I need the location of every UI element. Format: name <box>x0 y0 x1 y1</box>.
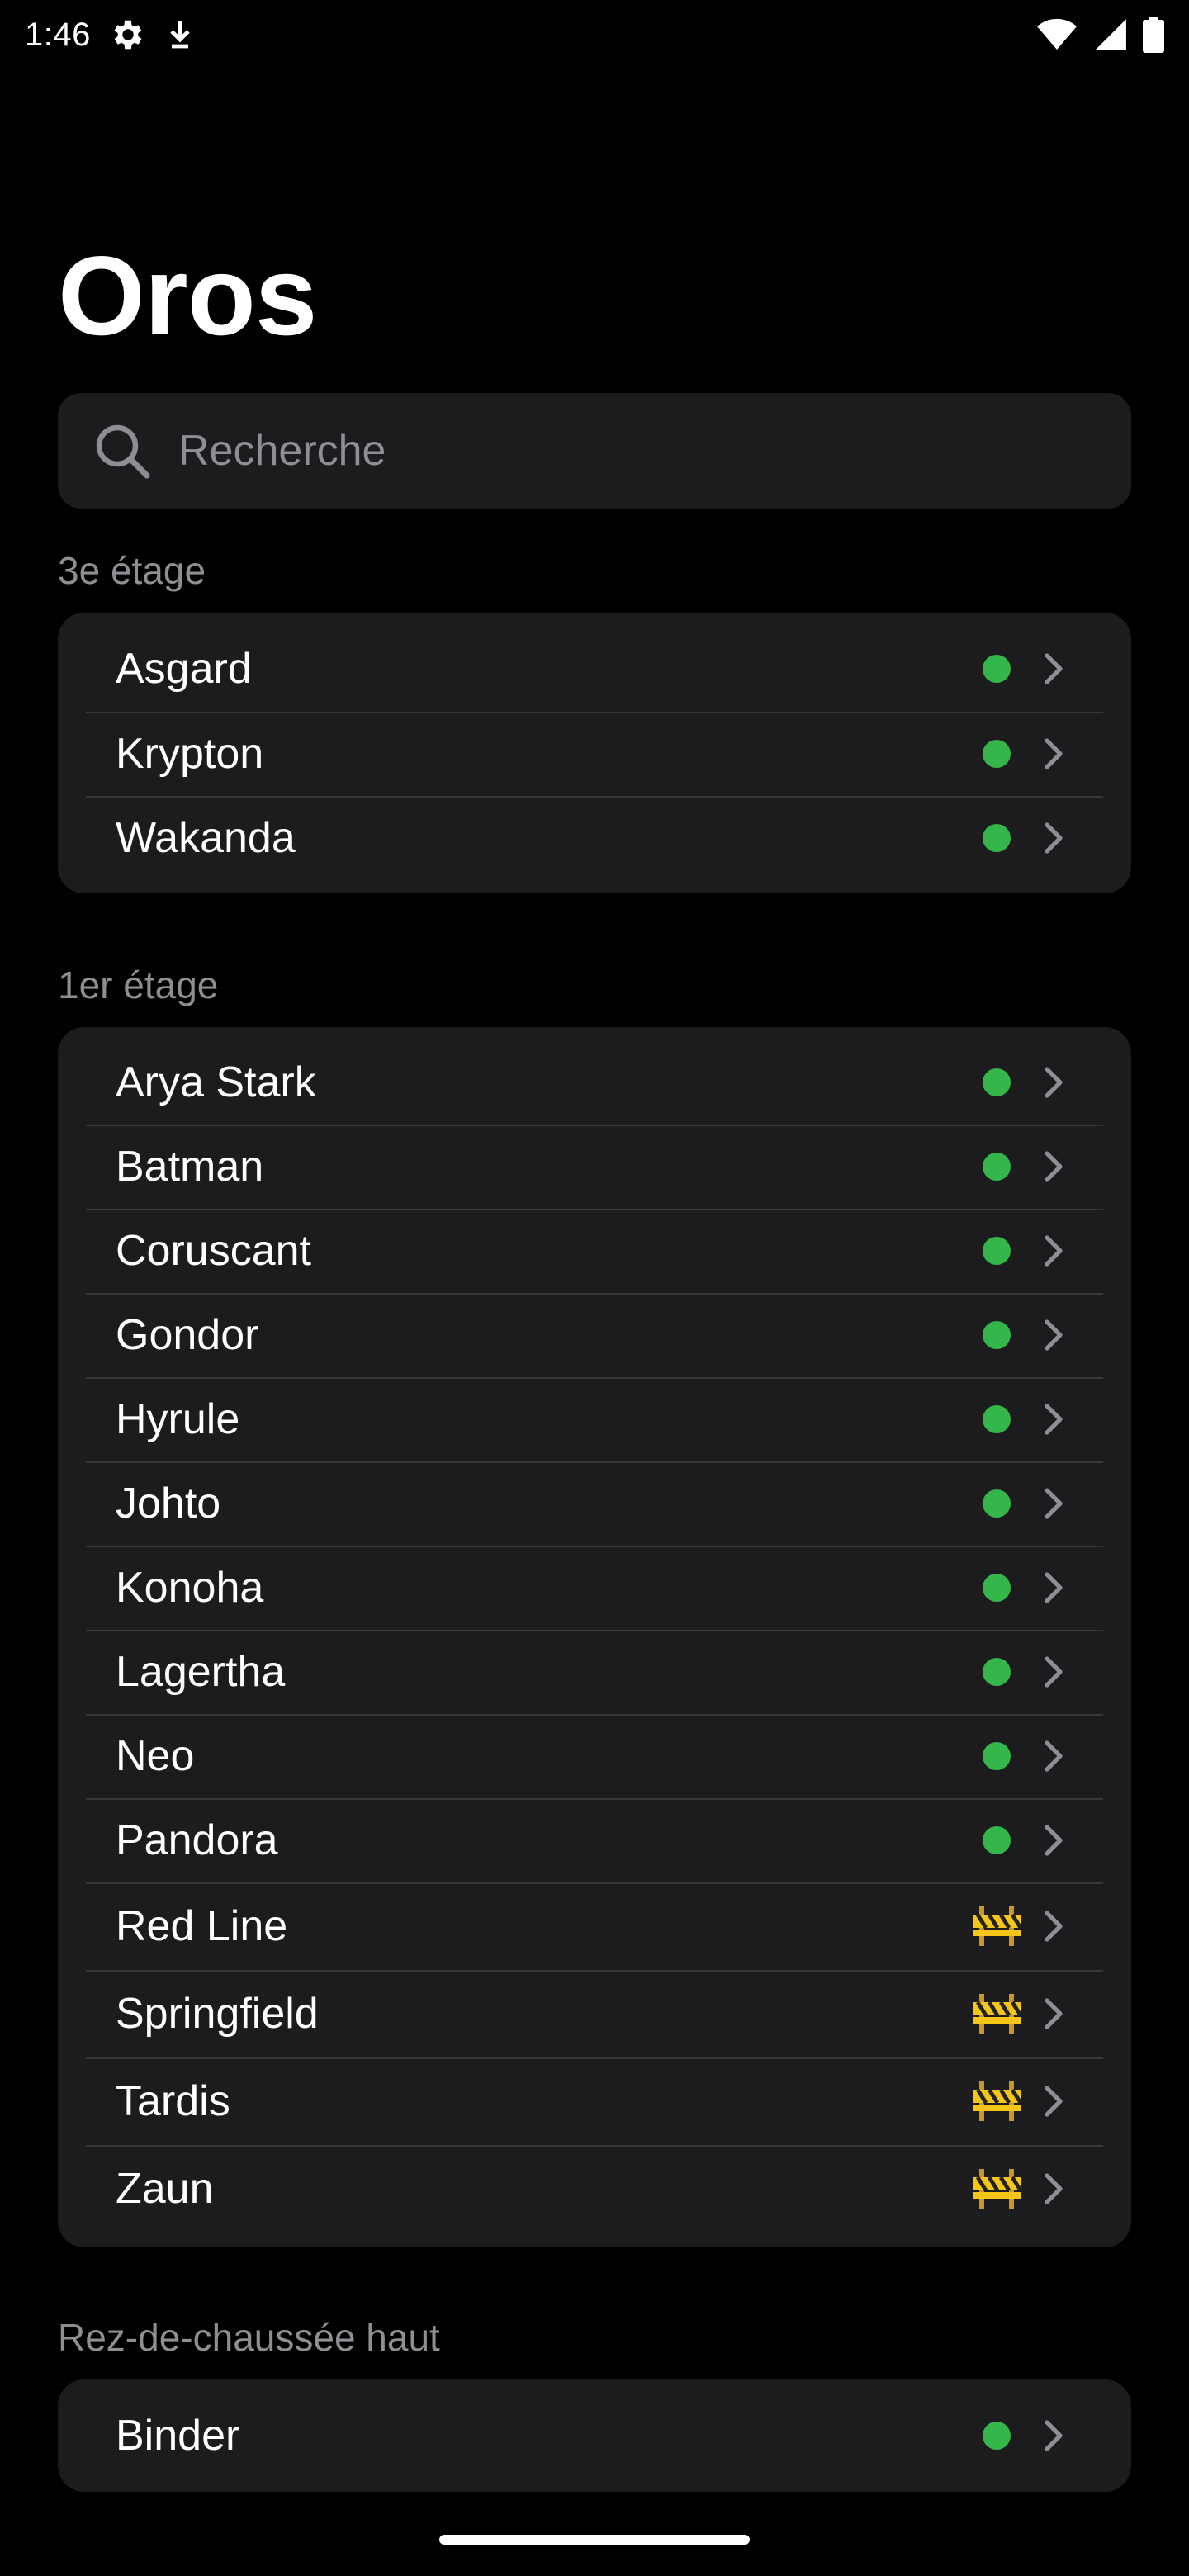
available-status-dot <box>983 2422 1011 2450</box>
page-title: Oros <box>58 233 317 358</box>
screen: 1:46 Oros 3e étage <box>0 0 1189 2576</box>
room-name: Coruscant <box>116 1227 311 1275</box>
chevron-right-icon <box>1044 1150 1065 1183</box>
room-name: Pandora <box>116 1816 278 1864</box>
available-status-dot <box>983 1068 1011 1096</box>
available-status-dot <box>983 824 1011 852</box>
room-name: Tardis <box>116 2077 230 2125</box>
status-bar: 1:46 <box>0 0 1189 69</box>
wifi-icon <box>1035 18 1078 51</box>
room-row-red-line[interactable]: Red Line <box>58 1882 1131 1970</box>
construction-barrier-icon <box>973 2169 1021 2209</box>
chevron-right-icon <box>1044 1319 1065 1352</box>
search-bar[interactable] <box>58 393 1131 509</box>
room-row-gondor[interactable]: Gondor <box>58 1293 1131 1377</box>
room-name: Johto <box>116 1480 221 1527</box>
room-row-binder[interactable]: Binder <box>58 2379 1131 2492</box>
room-group-1er-etage: Arya Stark Batman Coruscant Gondor Hyrul… <box>58 1027 1131 2247</box>
available-status-dot <box>983 1489 1011 1518</box>
room-row-krypton[interactable]: Krypton <box>58 712 1131 796</box>
room-row-arya-stark[interactable]: Arya Stark <box>58 1027 1131 1125</box>
chevron-right-icon <box>1044 737 1065 770</box>
available-status-dot <box>983 1237 1011 1265</box>
chevron-right-icon <box>1044 2085 1065 2118</box>
chevron-right-icon <box>1044 1487 1065 1520</box>
chevron-right-icon <box>1044 652 1065 685</box>
chevron-right-icon <box>1044 1066 1065 1099</box>
construction-barrier-icon <box>973 2081 1021 2121</box>
room-row-pandora[interactable]: Pandora <box>58 1798 1131 1882</box>
room-row-coruscant[interactable]: Coruscant <box>58 1209 1131 1293</box>
available-status-dot <box>983 1574 1011 1602</box>
room-name: Asgard <box>116 645 252 693</box>
room-row-asgard[interactable]: Asgard <box>58 613 1131 712</box>
construction-barrier-icon <box>973 1906 1021 1946</box>
battery-icon <box>1143 17 1164 53</box>
room-row-lagertha[interactable]: Lagertha <box>58 1630 1131 1714</box>
available-status-dot <box>983 1658 1011 1686</box>
room-row-konoha[interactable]: Konoha <box>58 1546 1131 1630</box>
section-header-1er-etage: 1er étage <box>58 964 219 1006</box>
home-indicator[interactable] <box>439 2535 750 2545</box>
chevron-right-icon <box>1044 1571 1065 1604</box>
room-group-rez-de-chaussee-haut: Binder <box>58 2379 1131 2492</box>
room-name: Springfield <box>116 1990 319 2038</box>
room-name: Lagertha <box>116 1648 286 1696</box>
room-name: Wakanda <box>116 814 296 862</box>
status-right <box>1035 17 1164 53</box>
settings-icon <box>109 16 147 54</box>
chevron-right-icon <box>1044 1997 1065 2030</box>
available-status-dot <box>983 740 1011 768</box>
room-row-zaun[interactable]: Zaun <box>58 2145 1131 2242</box>
room-name: Zaun <box>116 2165 214 2213</box>
room-name: Hyrule <box>116 1395 240 1443</box>
room-row-neo[interactable]: Neo <box>58 1714 1131 1798</box>
signal-icon <box>1093 17 1128 52</box>
available-status-dot <box>983 1742 1011 1770</box>
available-status-dot <box>983 1826 1011 1854</box>
download-icon <box>165 18 195 51</box>
room-name: Red Line <box>116 1902 288 1950</box>
chevron-right-icon <box>1044 822 1065 855</box>
status-time: 1:46 <box>25 16 91 53</box>
room-row-hyrule[interactable]: Hyrule <box>58 1377 1131 1461</box>
chevron-right-icon <box>1044 1234 1065 1267</box>
chevron-right-icon <box>1044 1403 1065 1436</box>
search-icon <box>91 419 154 482</box>
chevron-right-icon <box>1044 2419 1065 2452</box>
status-left: 1:46 <box>25 16 195 54</box>
search-input[interactable] <box>178 426 1098 476</box>
construction-barrier-icon <box>973 1994 1021 2034</box>
available-status-dot <box>983 1405 1011 1433</box>
room-name: Neo <box>116 1732 195 1780</box>
available-status-dot <box>983 1321 1011 1349</box>
room-row-springfield[interactable]: Springfield <box>58 1970 1131 2057</box>
room-row-wakanda[interactable]: Wakanda <box>58 796 1131 893</box>
available-status-dot <box>983 655 1011 683</box>
chevron-right-icon <box>1044 2172 1065 2205</box>
chevron-right-icon <box>1044 1655 1065 1688</box>
section-header-3e-etage: 3e étage <box>58 549 206 592</box>
chevron-right-icon <box>1044 1740 1065 1773</box>
room-group-3e-etage: Asgard Krypton Wakanda <box>58 613 1131 893</box>
room-name: Binder <box>116 2412 240 2460</box>
room-name: Batman <box>116 1143 264 1191</box>
room-row-batman[interactable]: Batman <box>58 1125 1131 1209</box>
chevron-right-icon <box>1044 1824 1065 1857</box>
room-name: Konoha <box>116 1564 264 1612</box>
room-row-johto[interactable]: Johto <box>58 1461 1131 1546</box>
room-name: Gondor <box>116 1311 259 1359</box>
available-status-dot <box>983 1153 1011 1181</box>
room-row-tardis[interactable]: Tardis <box>58 2057 1131 2145</box>
room-name: Arya Stark <box>116 1058 316 1106</box>
section-header-rez-de-chaussee-haut: Rez-de-chaussée haut <box>58 2316 440 2359</box>
chevron-right-icon <box>1044 1910 1065 1943</box>
room-name: Krypton <box>116 730 264 778</box>
